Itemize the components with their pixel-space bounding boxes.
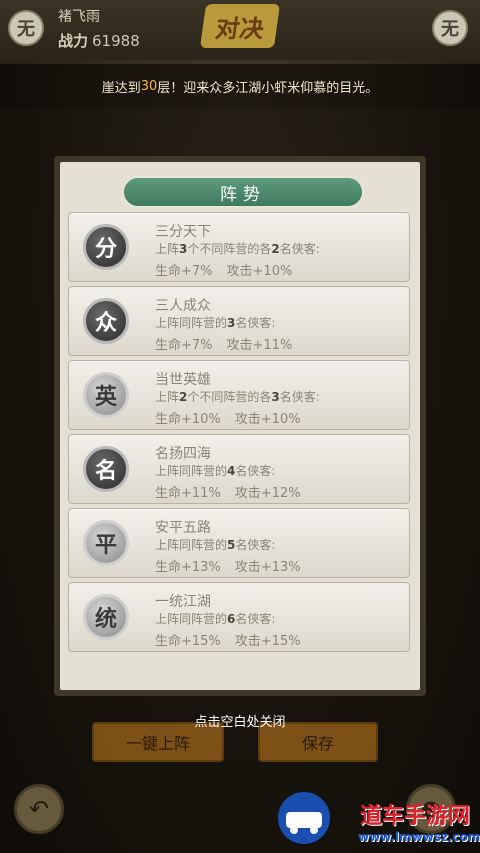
condition-cond-post: 名侠客:: [235, 538, 276, 552]
formation-bonus: 生命+11% 攻击+12%: [155, 482, 315, 501]
formation-emblem-icon: 众: [83, 298, 129, 344]
condition-cond-post: 名侠客:: [279, 390, 320, 404]
condition-cond-post: 名侠客:: [279, 242, 320, 256]
formation-bonus: 生命+10% 攻击+10%: [155, 408, 315, 427]
left-avatar-icon[interactable]: 无: [8, 10, 44, 46]
formation-name: 当世英雄: [155, 372, 211, 388]
close-hint: 点击空白处关闭: [194, 715, 286, 730]
condition-cond-pre: 上阵: [155, 390, 180, 404]
power-label: 战力: [58, 32, 89, 50]
notice-suffix: 层！迎来众多江湖小虾米仰慕的目光。: [157, 80, 379, 96]
bonus-attack: 攻击+10%: [226, 264, 293, 279]
bonus-attack: 攻击+11%: [226, 338, 293, 353]
formation-bonus: 生命+15% 攻击+15%: [155, 630, 315, 649]
formation-condition: 上阵同阵营的3名侠客:: [155, 314, 275, 331]
bonus-hp: 生命+7%: [155, 264, 213, 279]
power-display: 战力 61988: [58, 30, 140, 51]
bonus-attack: 攻击+10%: [234, 412, 301, 427]
notice-floor-number: 30: [140, 78, 158, 94]
condition-cond-post: 名侠客:: [235, 612, 276, 626]
formation-condition: 上阵同阵营的4名侠客:: [155, 462, 275, 479]
formation-dialog: 阵势 分三分天下 上阵3个不同阵营的各2名侠客: 生命+7% 攻击+10% 众三人成众上…: [54, 156, 426, 696]
notice-prefix: 崖达到: [101, 80, 141, 96]
back-arrow-icon[interactable]: ↶: [14, 784, 64, 834]
bonus-attack: 攻击+13%: [234, 560, 301, 575]
formation-bonus: 生命+7% 攻击+11%: [155, 334, 306, 353]
bonus-attack: 攻击+12%: [234, 486, 301, 501]
top-bar: 无 褚飞雨 战力 61988 对决 无: [0, 0, 480, 60]
bonus-hp: 生命+10%: [155, 412, 221, 427]
player-name: 褚飞雨: [58, 9, 100, 25]
formation-item[interactable]: 名 名扬四海 上阵同阵营的4名侠客: 生命+11% 攻击+12%: [68, 434, 410, 504]
formation-emblem-icon: 分: [83, 224, 129, 270]
formation-name: 三人成众: [155, 298, 211, 314]
formation-bonus: 生命+7% 攻击+10%: [155, 260, 306, 279]
condition-cond-num2: 2: [271, 242, 280, 256]
condition-cond-num2: 3: [271, 390, 280, 404]
right-avatar-icon[interactable]: 无: [432, 10, 468, 46]
dialog-title: 阵势: [122, 176, 364, 208]
watermark-text: 道车手游网: [360, 804, 471, 829]
formation-condition: 上阵2个不同阵营的各3名侠客:: [155, 388, 320, 405]
bonus-hp: 生命+7%: [155, 338, 213, 353]
formation-name: 三分天下: [155, 224, 211, 240]
bonus-hp: 生命+11%: [155, 486, 221, 501]
formation-item[interactable]: 英 当世英雄 上阵2个不同阵营的各3名侠客: 生命+10% 攻击+10%: [68, 360, 410, 430]
formation-emblem-icon: 名: [83, 446, 129, 492]
car-logo-icon: [278, 792, 330, 844]
condition-cond-mid: 个不同阵营的各: [187, 242, 272, 256]
condition-cond-post: 名侠客:: [235, 316, 276, 330]
condition-cond-pre: 上阵同阵营的: [155, 464, 228, 478]
formation-name: 名扬四海: [155, 446, 211, 462]
condition-cond-pre: 上阵同阵营的: [155, 538, 228, 552]
formation-condition: 上阵同阵营的5名侠客:: [155, 536, 275, 553]
formation-item[interactable]: 平 安平五路 上阵同阵营的5名侠客: 生命+13% 攻击+13%: [68, 508, 410, 578]
formation-condition: 上阵3个不同阵营的各2名侠客:: [155, 240, 320, 257]
notice-banner: 崖达到 30 层！迎来众多江湖小虾米仰慕的目光。: [0, 64, 480, 108]
condition-cond-pre: 上阵: [155, 242, 180, 256]
power-value: 61988: [92, 32, 140, 50]
bonus-attack: 攻击+15%: [234, 634, 301, 649]
formation-emblem-icon: 平: [83, 520, 129, 566]
condition-cond-post: 名侠客:: [235, 464, 276, 478]
formation-bonus: 生命+13% 攻击+13%: [155, 556, 315, 575]
formation-item[interactable]: 统 一统江湖 上阵同阵营的6名侠客: 生命+15% 攻击+15%: [68, 582, 410, 652]
formation-item[interactable]: 分 三分天下 上阵3个不同阵营的各2名侠客: 生命+7% 攻击+10%: [68, 212, 410, 282]
watermark-url: www.lmwwsz.com: [358, 830, 480, 844]
condition-cond-pre: 上阵同阵营的: [155, 612, 228, 626]
formation-condition: 上阵同阵营的6名侠客:: [155, 610, 275, 627]
condition-cond-pre: 上阵同阵营的: [155, 316, 228, 330]
formation-emblem-icon: 英: [83, 372, 129, 418]
dialog-panel: 阵势 分三分天下 上阵3个不同阵营的各2名侠客: 生命+7% 攻击+10% 众三人成众上…: [60, 162, 420, 690]
formation-name: 一统江湖: [155, 594, 211, 610]
duel-badge: 对决: [199, 4, 281, 48]
formation-list: 分三分天下 上阵3个不同阵营的各2名侠客: 生命+7% 攻击+10% 众三人成众 上阵同阵…: [68, 212, 410, 656]
formation-emblem-icon: 统: [83, 594, 129, 640]
formation-item[interactable]: 众 三人成众 上阵同阵营的3名侠客: 生命+7% 攻击+11%: [68, 286, 410, 356]
bonus-hp: 生命+15%: [155, 634, 221, 649]
formation-name: 安平五路: [155, 520, 211, 536]
bonus-hp: 生命+13%: [155, 560, 221, 575]
condition-cond-mid: 个不同阵营的各: [187, 390, 272, 404]
